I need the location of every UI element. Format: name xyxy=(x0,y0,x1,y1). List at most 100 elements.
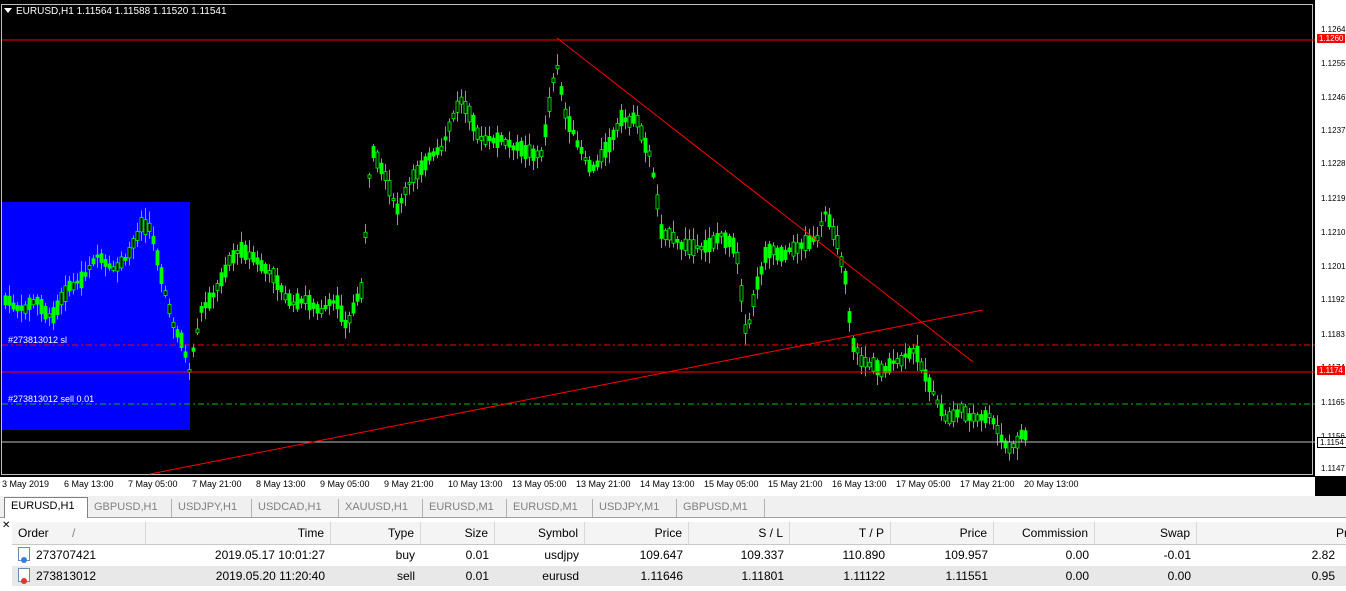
time-cell: 2019.05.17 10:01:27 xyxy=(214,548,325,562)
candle-body xyxy=(775,247,780,261)
candle-body xyxy=(167,304,172,315)
candle-body xyxy=(843,270,848,285)
candle-body xyxy=(407,181,412,185)
candle-body xyxy=(859,355,864,367)
candle-body xyxy=(63,285,68,302)
column-header-time[interactable]: Time xyxy=(146,522,331,544)
size-cell: 0.01 xyxy=(465,569,489,583)
candle-body xyxy=(999,434,1004,443)
candle-body xyxy=(831,226,836,240)
table-row[interactable]: 273813012 2019.05.20 11:20:40 sell 0.01 … xyxy=(12,566,1346,586)
candle-body xyxy=(1023,430,1028,441)
candle-body xyxy=(683,238,688,251)
candle-body xyxy=(991,418,996,425)
column-header-sl[interactable]: S / L xyxy=(689,522,790,544)
candle-body xyxy=(435,147,440,155)
candle-body xyxy=(783,249,788,260)
column-header-type[interactable]: Type xyxy=(331,522,421,544)
tab-usdcad-h1[interactable]: USDCAD,H1 xyxy=(252,499,339,517)
column-header-commission[interactable]: Commission xyxy=(994,522,1095,544)
candle-body xyxy=(243,244,248,260)
candle-body xyxy=(779,246,784,262)
time-tick: 9 May 21:00 xyxy=(384,479,434,489)
chart-title-text: EURUSD,H1 1.11564 1.11588 1.11520 1.1154… xyxy=(16,6,227,17)
candle-body xyxy=(375,151,380,169)
candle-body xyxy=(303,295,308,304)
tab-eurusd-h1[interactable]: EURUSD,H1 xyxy=(4,497,88,518)
column-header-symbol[interactable]: Symbol xyxy=(495,522,585,544)
tab-xauusd-h1[interactable]: XAUUSD,H1 xyxy=(339,499,423,517)
tab-eurusd-m1-2[interactable]: EURUSD,M1 xyxy=(507,499,593,517)
symbol-cell: eurusd xyxy=(542,569,579,583)
candle-body xyxy=(419,160,424,175)
size-cell: 0.01 xyxy=(465,548,489,562)
column-header-order[interactable]: Order / xyxy=(12,522,146,544)
time-tick: 7 May 05:00 xyxy=(128,479,178,489)
candle-body xyxy=(491,137,496,144)
tab-usdjpy-h1[interactable]: USDJPY,H1 xyxy=(172,499,252,517)
candle-body xyxy=(247,251,252,260)
price-chart[interactable]: EURUSD,H1 1.11564 1.11588 1.11520 1.1154… xyxy=(0,0,1346,496)
candle-body xyxy=(355,293,360,302)
swap-cell: -0.01 xyxy=(1163,548,1191,562)
candle-body xyxy=(551,77,556,84)
time-tick: 17 May 21:00 xyxy=(960,479,1015,489)
tab-gbpusd-h1[interactable]: GBPUSD,H1 xyxy=(88,499,172,517)
candle-body xyxy=(103,259,108,267)
time-axis[interactable]: 3 May 2019 6 May 13:00 7 May 05:00 7 May… xyxy=(0,476,1315,496)
chart-canvas[interactable] xyxy=(0,0,1315,476)
candle-body xyxy=(727,235,732,248)
dropdown-triangle-icon[interactable] xyxy=(4,8,12,13)
profit-cell: 0.95 xyxy=(1311,569,1335,583)
column-header-current-price[interactable]: Price xyxy=(891,522,994,544)
candle-body xyxy=(183,351,188,358)
column-header-size[interactable]: Size xyxy=(421,522,495,544)
candle-body xyxy=(307,295,312,311)
candle-body xyxy=(575,140,580,148)
column-header-tp[interactable]: T / P xyxy=(790,522,891,544)
candle-body xyxy=(527,144,532,158)
candle-body xyxy=(255,257,260,265)
candle-body xyxy=(911,348,916,354)
candle-body xyxy=(743,324,748,334)
candle-body xyxy=(343,320,348,329)
candle-body xyxy=(107,263,112,269)
column-header-profit[interactable]: Profit xyxy=(1197,522,1346,544)
candle-body xyxy=(959,403,964,413)
price-cell: 1.11646 xyxy=(640,569,684,583)
candle-body xyxy=(207,292,212,309)
price-tick: 1.1147 xyxy=(1321,464,1345,473)
candle-body xyxy=(611,129,616,140)
tab-usdjpy-m1[interactable]: USDJPY,M1 xyxy=(593,499,677,517)
candle-body xyxy=(711,235,716,249)
scroll-right-arrow-icon[interactable]: ► xyxy=(1326,478,1335,488)
candle-body xyxy=(603,141,608,158)
tab-eurusd-m1[interactable]: EURUSD,M1 xyxy=(423,499,507,517)
table-row[interactable]: 273707421 2019.05.17 10:01:27 buy 0.01 u… xyxy=(12,545,1346,565)
candle-body xyxy=(431,151,436,157)
candle-body xyxy=(963,406,968,422)
candle-body xyxy=(667,228,672,241)
candle-body xyxy=(531,148,536,161)
candle-body xyxy=(95,254,100,258)
tab-gbpusd-m1[interactable]: GBPUSD,M1 xyxy=(677,499,765,517)
descending-trendline[interactable] xyxy=(556,37,974,363)
current-price-cell: 1.11551 xyxy=(945,569,989,583)
price-axis[interactable]: 1.1264 1.1255 1.1246 1.1237 1.1228 1.121… xyxy=(1315,0,1346,476)
candle-body xyxy=(827,214,832,228)
time-tick: 13 May 05:00 xyxy=(512,479,567,489)
candle-body xyxy=(59,291,64,306)
candle-body xyxy=(223,264,228,278)
column-header-swap[interactable]: Swap xyxy=(1095,522,1197,544)
candle-body xyxy=(447,121,452,132)
time-tick: 10 May 13:00 xyxy=(448,479,503,489)
candle-body xyxy=(15,305,20,312)
current-price-cell: 109.957 xyxy=(944,548,988,562)
close-icon[interactable]: ✕ xyxy=(2,520,10,531)
candle-body xyxy=(351,302,356,314)
ascending-trendline[interactable] xyxy=(149,309,984,475)
candle-body xyxy=(867,361,872,368)
candle-body xyxy=(75,280,80,284)
candle-body xyxy=(251,252,256,263)
column-header-price[interactable]: Price xyxy=(585,522,689,544)
